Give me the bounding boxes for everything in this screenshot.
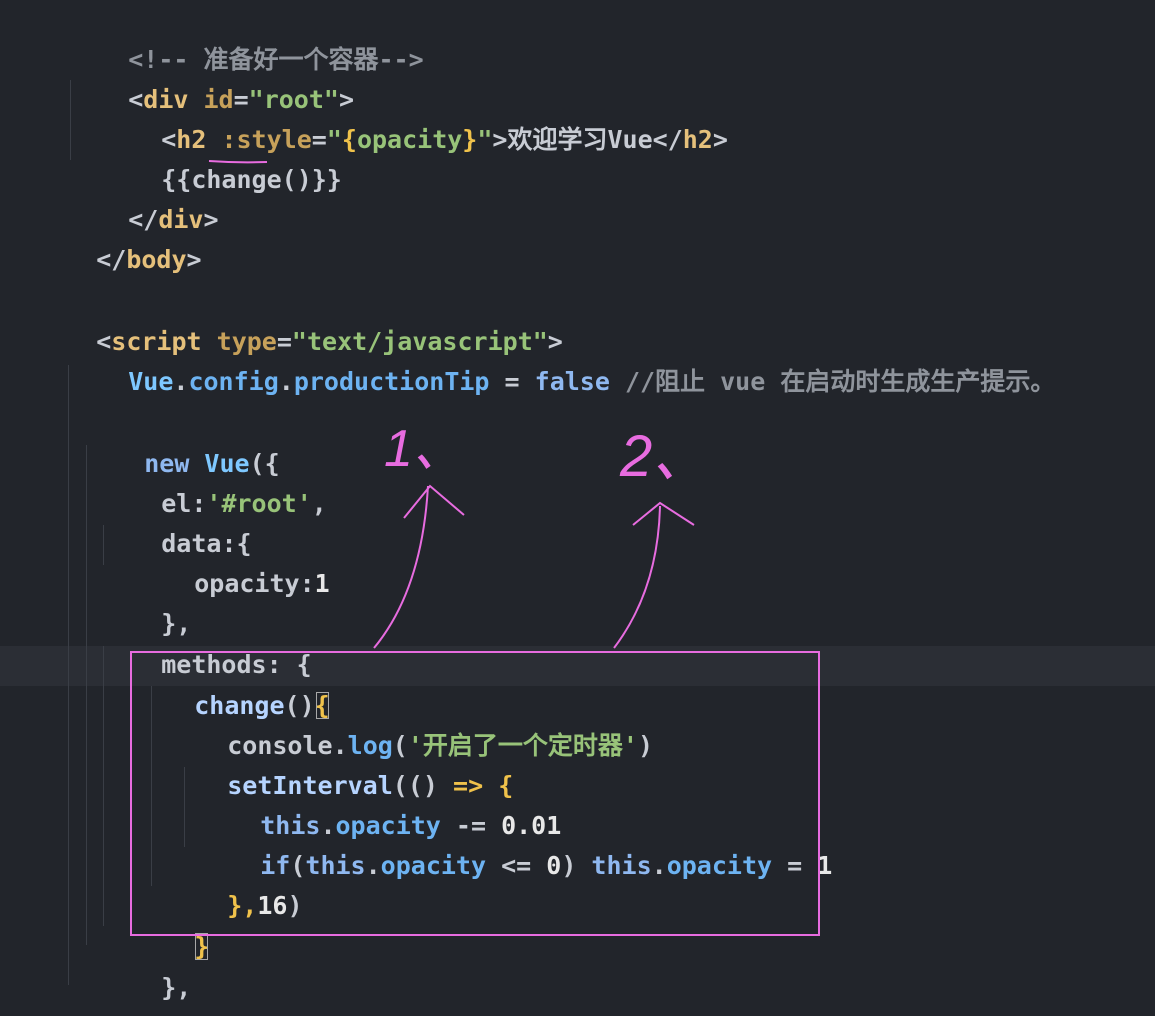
annotation-label-1: 1、 xyxy=(384,420,465,478)
code-editor[interactable]: <!-- 准备好一个容器--> <div id="root"> <h2 :sty… xyxy=(0,0,1155,1016)
arrow-2-shaft xyxy=(613,505,661,649)
arrow-2-head xyxy=(632,501,695,526)
highlight-rect xyxy=(130,651,820,936)
arrow-1-shaft xyxy=(373,485,429,649)
annotation-label-2: 2、 xyxy=(619,424,710,489)
handwritten-annotations: 1、 2、 xyxy=(130,160,820,936)
underline-mark xyxy=(208,160,268,164)
arrow-1-head xyxy=(403,484,465,519)
